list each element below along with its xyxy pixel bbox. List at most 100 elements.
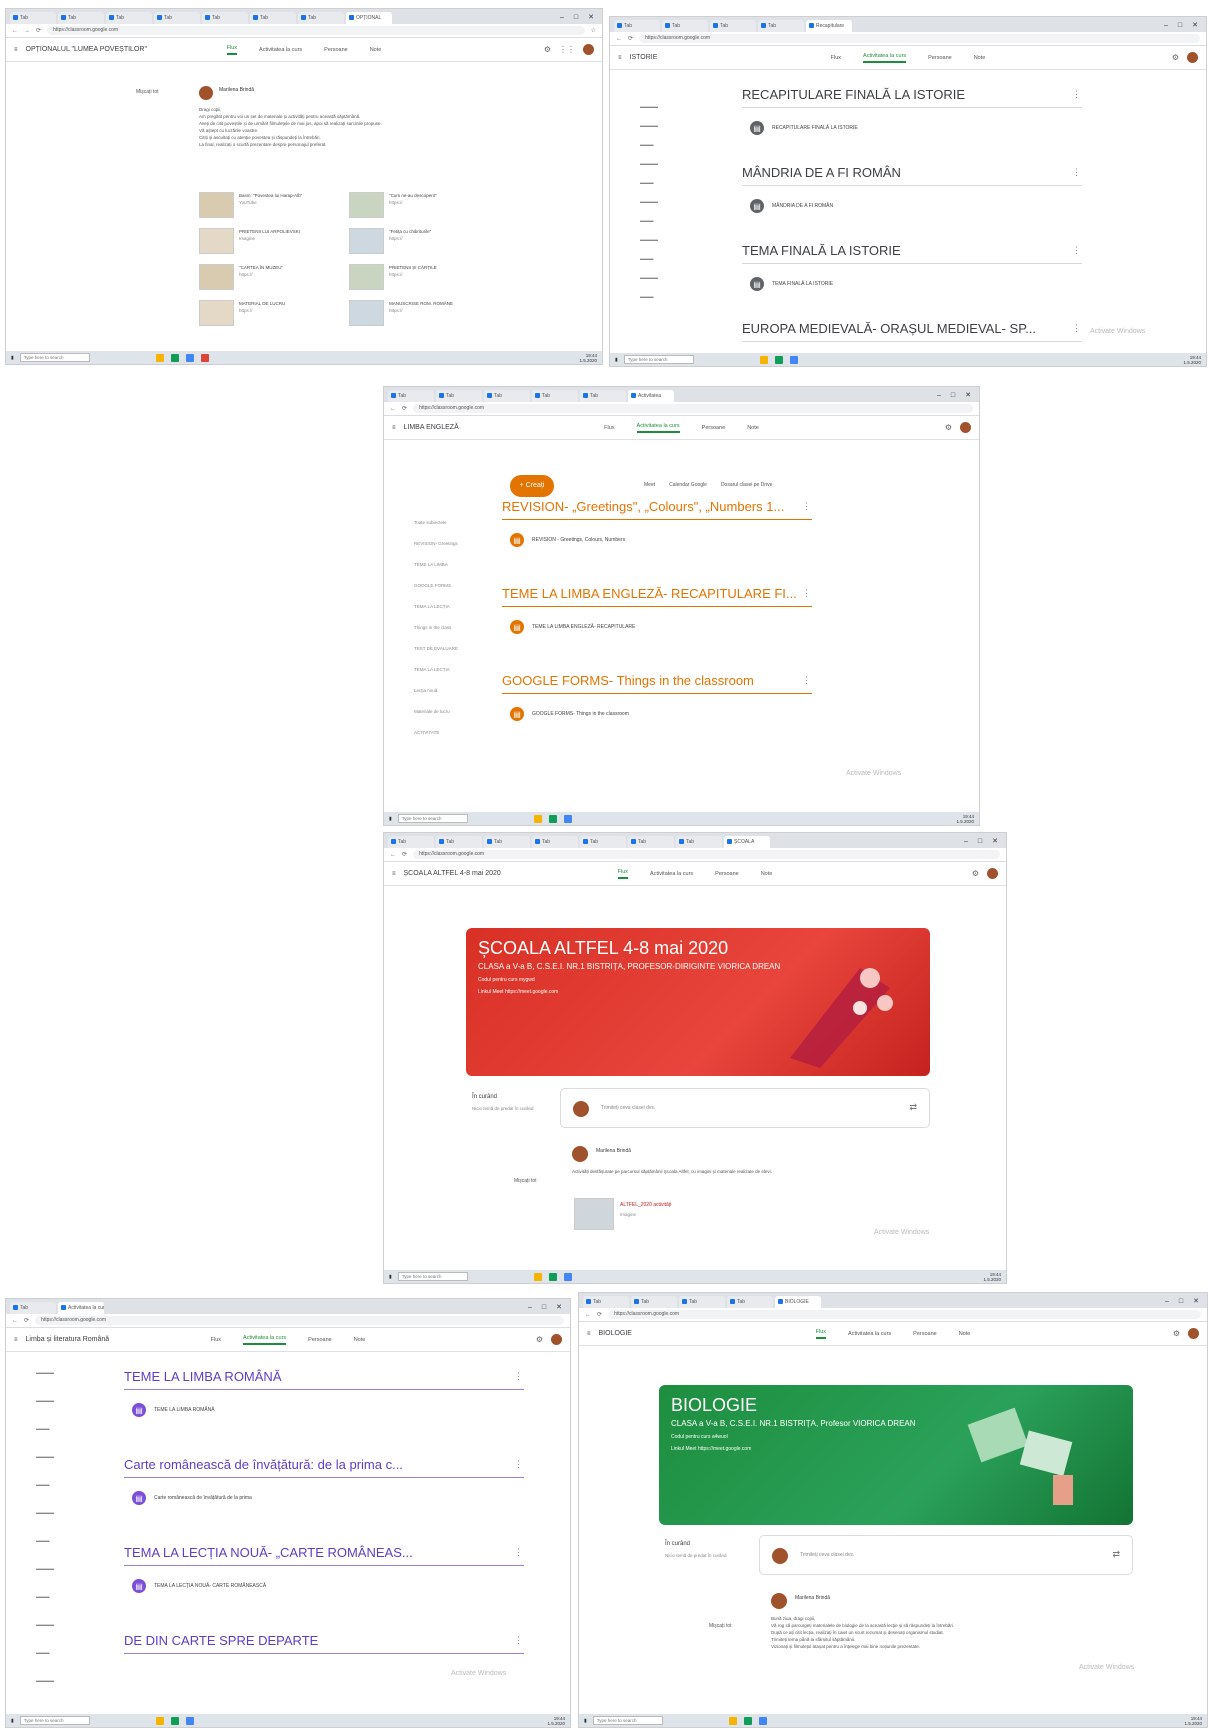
tab-classwork[interactable]: Activitatea la curs — [650, 871, 693, 877]
back-icon[interactable]: ← — [616, 36, 622, 42]
more-options-icon[interactable]: ⋮ — [514, 1371, 523, 1382]
close-icon[interactable]: ✕ — [1193, 1296, 1199, 1308]
tab-flux[interactable]: Flux — [831, 55, 841, 61]
taskbar-search[interactable]: Type here to search — [623, 355, 694, 364]
attachment-title[interactable]: PRIETENII ȘI CĂRȚILE — [389, 264, 484, 271]
maximize-icon[interactable]: □ — [951, 390, 955, 402]
tab-classwork[interactable]: Activitatea la curs — [848, 1331, 891, 1337]
browser-tab[interactable]: Tab — [583, 1296, 629, 1308]
topic-title[interactable]: TEMA FINALĂ LA ISTORIE — [742, 243, 1082, 264]
attachment-title[interactable]: PRIETENII LUI ARPOLIEVSKI — [239, 228, 334, 235]
chrome-icon[interactable] — [548, 814, 557, 823]
browser-tab[interactable]: Tab — [10, 1302, 56, 1314]
class-tool[interactable]: Meet — [644, 482, 655, 488]
more-options-icon[interactable]: ⋮ — [1072, 89, 1081, 100]
browser-tab[interactable]: Tab — [388, 836, 434, 848]
minimize-icon[interactable]: – — [528, 1302, 532, 1314]
more-options-icon[interactable]: ⋮ — [1072, 245, 1081, 256]
minimize-icon[interactable]: – — [1164, 20, 1168, 32]
browser-tab[interactable]: Tab — [202, 12, 248, 24]
topic-title[interactable]: DE DIN CARTE SPRE DEPARTE — [124, 1633, 524, 1654]
attachment-thumbnail[interactable] — [349, 300, 384, 326]
browser-tab[interactable]: Tab — [436, 390, 482, 402]
browser-tab[interactable]: Tab — [154, 12, 200, 24]
attachment[interactable]: "Fetița cu chibriturile" https:// — [349, 228, 484, 254]
tab-people[interactable]: Persoane — [715, 871, 739, 877]
attachment-title[interactable]: "Cum ne-au descoperit" — [389, 192, 484, 199]
tab-flux[interactable]: Flux — [604, 425, 614, 431]
close-icon[interactable]: ✕ — [965, 390, 971, 402]
tab-grades[interactable]: Note — [974, 55, 986, 61]
folder-icon[interactable] — [759, 355, 768, 364]
topic-item-title[interactable]: MÂNDRIA DE A FI ROMÂN — [772, 203, 833, 209]
more-options-icon[interactable]: ⋮ — [514, 1459, 523, 1470]
back-icon[interactable]: ← — [12, 28, 18, 34]
maximize-icon[interactable]: □ — [978, 836, 982, 848]
tab-people[interactable]: Persoane — [702, 425, 726, 431]
attachment[interactable]: "Cum ne-au descoperit" https:// — [349, 192, 484, 218]
browser-tab[interactable]: Tab — [580, 836, 626, 848]
browser-tab[interactable]: Activitatea — [628, 390, 674, 402]
topic-item-title[interactable]: Carte românească de învățătură de la pri… — [154, 1495, 252, 1501]
chrome-icon[interactable] — [743, 1716, 752, 1725]
chrome-icon[interactable] — [170, 353, 179, 362]
tab-classwork[interactable]: Activitatea la curs — [863, 53, 907, 63]
url-field[interactable]: https://classroom.google.com — [639, 34, 1200, 43]
app-icon[interactable] — [563, 1272, 572, 1281]
topic-title[interactable]: TEMA LA LECȚIA NOUĂ- „CARTE ROMÂNEAS... — [124, 1545, 524, 1566]
topic-item-title[interactable]: TEME LA LIMBA ENGLEZĂ- RECAPITULARE — [532, 624, 635, 630]
app-icon[interactable] — [789, 355, 798, 364]
attachment-thumbnail[interactable] — [574, 1198, 614, 1230]
attachment-title[interactable]: ALTFEL_2020 activități — [620, 1202, 671, 1208]
attachment-thumbnail[interactable] — [349, 192, 384, 218]
browser-tab[interactable]: OPȚIONAL — [346, 12, 392, 24]
minimize-icon[interactable]: – — [1165, 1296, 1169, 1308]
close-icon[interactable]: ✕ — [588, 12, 594, 24]
tab-grades[interactable]: Note — [761, 871, 773, 877]
browser-tab[interactable]: BIOLOGIE — [775, 1296, 821, 1308]
app-icon[interactable] — [185, 1716, 194, 1725]
more-options-icon[interactable]: ⋮ — [514, 1547, 523, 1558]
more-options-icon[interactable]: ⋮ — [802, 588, 811, 599]
url-field[interactable]: https://classroom.google.com — [413, 404, 973, 413]
topic-item[interactable]: ▤ GOOGLE FORMS- Things in the classroom — [510, 705, 804, 723]
topic-title[interactable]: TEME LA LIMBA ROMÂNĂ — [124, 1369, 524, 1390]
topic-item[interactable]: ▤ TEMA FINALĂ LA ISTORIE — [750, 275, 1074, 293]
topic-item[interactable]: ▤ RECAPITULARE FINALĂ LA ISTORIE — [750, 119, 1074, 137]
topic-item[interactable]: ▤ TEME LA LIMBA ENGLEZĂ- RECAPITULARE — [510, 618, 804, 636]
app-icon[interactable] — [185, 353, 194, 362]
taskbar-search[interactable]: Type here to search — [592, 1716, 663, 1725]
maximize-icon[interactable]: □ — [1179, 1296, 1183, 1308]
chrome-icon[interactable] — [170, 1716, 179, 1725]
windows-start-icon[interactable]: ▮ — [389, 1274, 392, 1280]
repost-icon[interactable]: ⇄ — [909, 1102, 917, 1113]
tab-flux[interactable]: Flux — [211, 1337, 221, 1343]
browser-tab[interactable]: Tab — [58, 12, 104, 24]
browser-tab[interactable]: Tab — [250, 12, 296, 24]
browser-tab[interactable]: Tab — [676, 836, 722, 848]
browser-tab[interactable]: Tab — [710, 20, 756, 32]
move-all-label[interactable]: Mișcați tot — [136, 89, 159, 95]
topic-title[interactable]: GOOGLE FORMS- Things in the classroom — [502, 673, 812, 694]
taskbar-search[interactable]: Type here to search — [19, 353, 90, 362]
topic-title[interactable]: Carte românească de învățătură: de la pr… — [124, 1457, 524, 1478]
reload-icon[interactable]: ⟳ — [597, 1311, 602, 1318]
browser-tab[interactable]: Tab — [484, 390, 530, 402]
minimize-icon[interactable]: – — [937, 390, 941, 402]
browser-tab[interactable]: Tab — [484, 836, 530, 848]
reload-icon[interactable]: ⟳ — [36, 27, 41, 34]
url-field[interactable]: https://classroom.google.com — [47, 26, 585, 35]
tab-classwork[interactable]: Activitatea la curs — [259, 47, 302, 53]
tab-classwork[interactable]: Activitatea la curs — [243, 1335, 287, 1345]
maximize-icon[interactable]: □ — [1178, 20, 1182, 32]
folder-icon[interactable] — [533, 1272, 542, 1281]
class-tool[interactable]: Calendar Google — [669, 482, 707, 488]
maximize-icon[interactable]: □ — [574, 12, 578, 24]
attachment[interactable]: "CARTEA ÎN MUZEU" https:// — [199, 264, 334, 290]
app-icon[interactable] — [200, 353, 209, 362]
app-icon[interactable] — [758, 1716, 767, 1725]
back-icon[interactable]: ← — [390, 852, 396, 858]
topic-item-title[interactable]: REVISION - Greetings, Colours, Numbers — [532, 537, 625, 543]
more-options-icon[interactable]: ⋮ — [802, 501, 811, 512]
topic-title[interactable]: EUROPA MEDIEVALĂ- ORAȘUL MEDIEVAL- SP... — [742, 321, 1082, 342]
